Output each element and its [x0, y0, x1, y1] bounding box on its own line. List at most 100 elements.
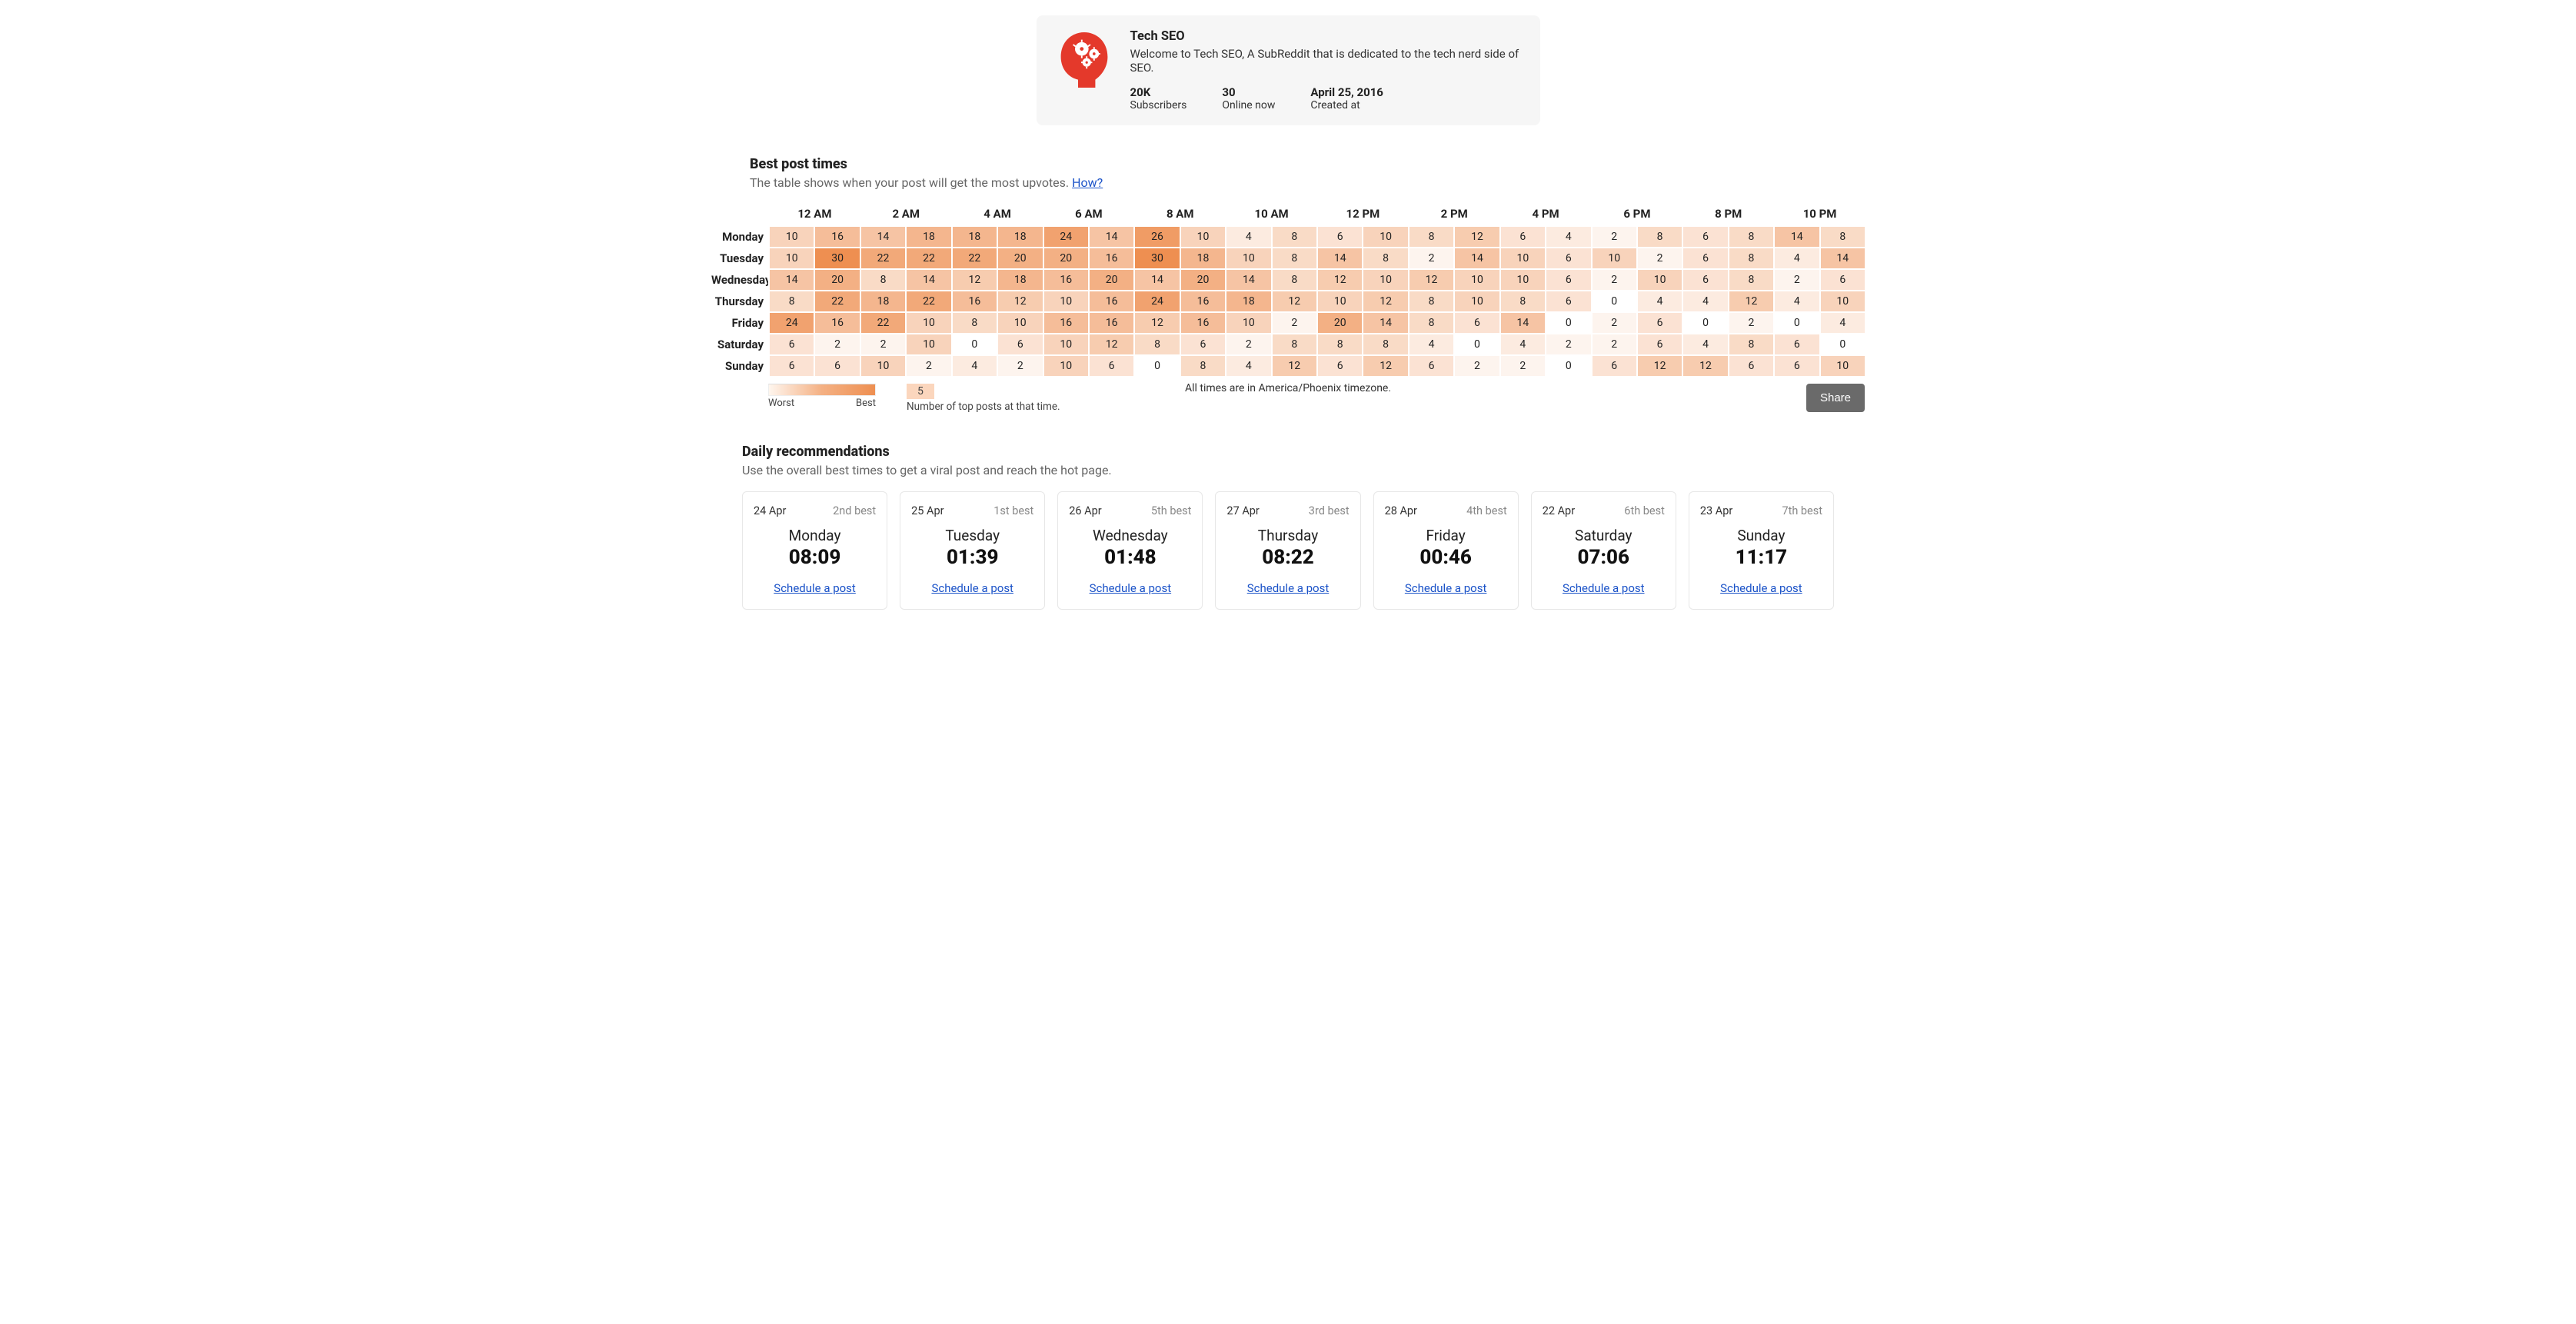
- heatmap-cell[interactable]: 8: [1273, 270, 1316, 290]
- heatmap-cell[interactable]: 14: [861, 227, 905, 247]
- heatmap-cell[interactable]: 4: [1821, 313, 1865, 333]
- heatmap-cell[interactable]: 10: [1821, 356, 1865, 376]
- heatmap-cell[interactable]: 2: [907, 356, 950, 376]
- heatmap-cell[interactable]: 10: [1638, 270, 1682, 290]
- schedule-post-link[interactable]: Schedule a post: [774, 581, 856, 595]
- heatmap-cell[interactable]: 20: [1181, 270, 1225, 290]
- heatmap-cell[interactable]: 16: [1044, 270, 1088, 290]
- heatmap-cell[interactable]: 0: [1683, 313, 1727, 333]
- heatmap-cell[interactable]: 6: [1546, 270, 1590, 290]
- heatmap-cell[interactable]: 2: [1546, 334, 1590, 354]
- heatmap-cell[interactable]: 4: [1226, 227, 1270, 247]
- heatmap-cell[interactable]: 16: [953, 291, 997, 311]
- heatmap-cell[interactable]: 2: [861, 334, 905, 354]
- heatmap-cell[interactable]: 8: [953, 313, 997, 333]
- heatmap-cell[interactable]: 22: [907, 291, 950, 311]
- heatmap-cell[interactable]: 10: [1501, 270, 1545, 290]
- heatmap-cell[interactable]: 10: [1226, 248, 1270, 268]
- heatmap-cell[interactable]: 18: [998, 227, 1042, 247]
- heatmap-cell[interactable]: 0: [1821, 334, 1865, 354]
- heatmap-cell[interactable]: 4: [1546, 227, 1590, 247]
- heatmap-cell[interactable]: 8: [1729, 270, 1773, 290]
- heatmap-cell[interactable]: 6: [815, 356, 859, 376]
- heatmap-cell[interactable]: 4: [1775, 248, 1819, 268]
- heatmap-cell[interactable]: 8: [1318, 334, 1362, 354]
- heatmap-cell[interactable]: 6: [1546, 291, 1590, 311]
- schedule-post-link[interactable]: Schedule a post: [1563, 581, 1645, 595]
- heatmap-cell[interactable]: 10: [770, 227, 814, 247]
- heatmap-cell[interactable]: 16: [1090, 248, 1133, 268]
- heatmap-cell[interactable]: 2: [1729, 313, 1773, 333]
- heatmap-cell[interactable]: 14: [1455, 248, 1499, 268]
- heatmap-cell[interactable]: 10: [907, 313, 950, 333]
- heatmap-cell[interactable]: 10: [1318, 291, 1362, 311]
- heatmap-cell[interactable]: 18: [998, 270, 1042, 290]
- heatmap-cell[interactable]: 6: [1729, 356, 1773, 376]
- heatmap-cell[interactable]: 12: [1683, 356, 1727, 376]
- heatmap-cell[interactable]: 6: [1546, 248, 1590, 268]
- heatmap-cell[interactable]: 6: [1181, 334, 1225, 354]
- heatmap-cell[interactable]: 8: [1729, 248, 1773, 268]
- heatmap-cell[interactable]: 6: [1821, 270, 1865, 290]
- heatmap-cell[interactable]: 22: [861, 248, 905, 268]
- heatmap-cell[interactable]: 2: [1226, 334, 1270, 354]
- heatmap-cell[interactable]: 6: [1318, 356, 1362, 376]
- heatmap-cell[interactable]: 6: [998, 334, 1042, 354]
- heatmap-cell[interactable]: 2: [998, 356, 1042, 376]
- schedule-post-link[interactable]: Schedule a post: [1405, 581, 1487, 595]
- heatmap-cell[interactable]: 6: [1775, 334, 1819, 354]
- heatmap-cell[interactable]: 10: [1044, 334, 1088, 354]
- heatmap-cell[interactable]: 10: [907, 334, 950, 354]
- heatmap-cell[interactable]: 18: [1226, 291, 1270, 311]
- heatmap-cell[interactable]: 8: [1729, 334, 1773, 354]
- how-link[interactable]: How?: [1072, 175, 1103, 190]
- heatmap-cell[interactable]: 30: [815, 248, 859, 268]
- heatmap-cell[interactable]: 12: [1135, 313, 1179, 333]
- heatmap-cell[interactable]: 10: [861, 356, 905, 376]
- heatmap-cell[interactable]: 14: [1363, 313, 1407, 333]
- heatmap-cell[interactable]: 12: [1318, 270, 1362, 290]
- heatmap-cell[interactable]: 10: [1363, 227, 1407, 247]
- heatmap-cell[interactable]: 10: [1821, 291, 1865, 311]
- heatmap-cell[interactable]: 16: [1181, 291, 1225, 311]
- heatmap-cell[interactable]: 2: [1593, 270, 1636, 290]
- heatmap-cell[interactable]: 14: [1226, 270, 1270, 290]
- heatmap-cell[interactable]: 12: [1363, 356, 1407, 376]
- heatmap-cell[interactable]: 10: [1455, 291, 1499, 311]
- heatmap-cell[interactable]: 6: [1638, 313, 1682, 333]
- heatmap-cell[interactable]: 8: [861, 270, 905, 290]
- heatmap-cell[interactable]: 6: [1683, 248, 1727, 268]
- heatmap-cell[interactable]: 24: [770, 313, 814, 333]
- heatmap-cell[interactable]: 8: [1409, 291, 1453, 311]
- heatmap-cell[interactable]: 12: [1090, 334, 1133, 354]
- share-button[interactable]: Share: [1806, 384, 1865, 412]
- heatmap-cell[interactable]: 14: [1501, 313, 1545, 333]
- heatmap-cell[interactable]: 4: [1226, 356, 1270, 376]
- heatmap-cell[interactable]: 8: [1363, 248, 1407, 268]
- heatmap-cell[interactable]: 2: [1775, 270, 1819, 290]
- heatmap-cell[interactable]: 4: [1409, 334, 1453, 354]
- heatmap-cell[interactable]: 0: [1546, 356, 1590, 376]
- heatmap-cell[interactable]: 30: [1135, 248, 1179, 268]
- heatmap-cell[interactable]: 8: [1135, 334, 1179, 354]
- heatmap-cell[interactable]: 4: [953, 356, 997, 376]
- heatmap-cell[interactable]: 2: [1409, 248, 1453, 268]
- heatmap-cell[interactable]: 10: [1044, 291, 1088, 311]
- heatmap-cell[interactable]: 0: [953, 334, 997, 354]
- heatmap-cell[interactable]: 2: [1593, 334, 1636, 354]
- heatmap-cell[interactable]: 12: [953, 270, 997, 290]
- heatmap-cell[interactable]: 12: [1363, 291, 1407, 311]
- heatmap-cell[interactable]: 2: [815, 334, 859, 354]
- heatmap-cell[interactable]: 0: [1455, 334, 1499, 354]
- heatmap-cell[interactable]: 10: [1455, 270, 1499, 290]
- heatmap-cell[interactable]: 24: [1135, 291, 1179, 311]
- heatmap-cell[interactable]: 6: [1409, 356, 1453, 376]
- heatmap-cell[interactable]: 18: [861, 291, 905, 311]
- heatmap-cell[interactable]: 4: [1775, 291, 1819, 311]
- heatmap-cell[interactable]: 16: [1090, 291, 1133, 311]
- heatmap-cell[interactable]: 0: [1775, 313, 1819, 333]
- heatmap-cell[interactable]: 10: [1501, 248, 1545, 268]
- schedule-post-link[interactable]: Schedule a post: [1090, 581, 1172, 595]
- heatmap-cell[interactable]: 10: [1181, 227, 1225, 247]
- heatmap-cell[interactable]: 6: [1455, 313, 1499, 333]
